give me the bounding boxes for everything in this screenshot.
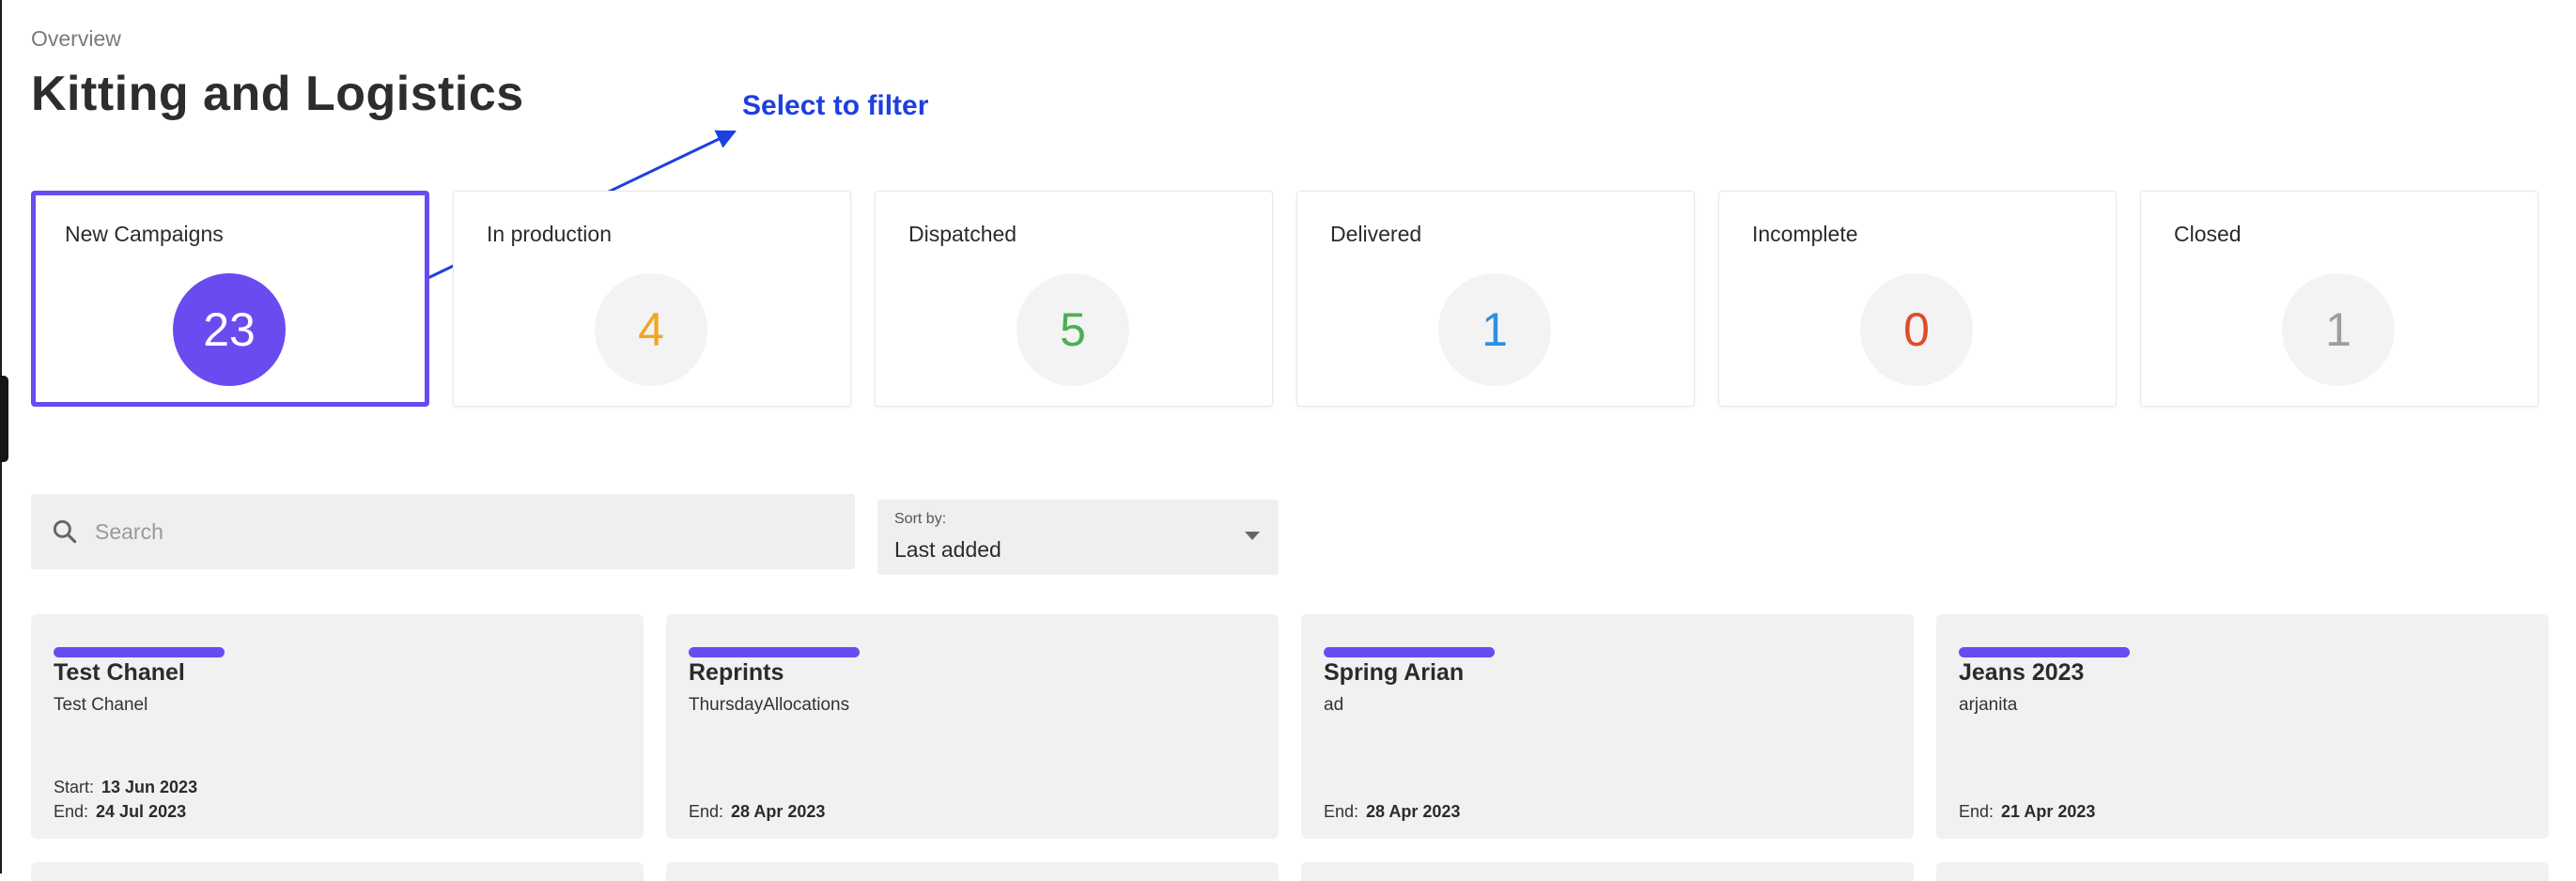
stat-label: Delivered <box>1330 222 1422 246</box>
stat-count: 0 <box>1860 273 1973 386</box>
stat-card-delivered[interactable]: Delivered 1 <box>1296 191 1695 407</box>
campaign-subtitle: Test Chanel <box>54 695 148 715</box>
stat-card-dispatched[interactable]: Dispatched 5 <box>875 191 1273 407</box>
stat-label: Incomplete <box>1752 222 1858 246</box>
campaign-subtitle: ThursdayAllocations <box>689 695 850 715</box>
end-date-value: 28 Apr 2023 <box>1366 802 1461 821</box>
stat-label: New Campaigns <box>65 222 224 246</box>
stat-count: 5 <box>1016 273 1129 386</box>
campaign-card-next-row[interactable] <box>31 862 644 881</box>
campaign-color-bar <box>54 647 225 657</box>
campaign-title: Jeans 2023 <box>1959 659 2085 686</box>
stat-count: 23 <box>173 273 286 386</box>
campaign-start-date: Start: 13 Jun 2023 <box>54 778 197 797</box>
campaign-color-bar <box>1959 647 2130 657</box>
search-input[interactable] <box>93 518 855 546</box>
campaign-end-date: End: 28 Apr 2023 <box>1324 802 1460 822</box>
end-date-value: 24 Jul 2023 <box>96 802 187 821</box>
end-date-value: 28 Apr 2023 <box>731 802 826 821</box>
campaign-card[interactable]: Spring Arian ad End: 28 Apr 2023 <box>1301 614 1914 839</box>
sort-value: Last added <box>894 537 1001 562</box>
campaign-end-date: End: 24 Jul 2023 <box>54 802 186 822</box>
stat-card-incomplete[interactable]: Incomplete 0 <box>1718 191 2117 407</box>
stat-label: Dispatched <box>908 222 1017 246</box>
stat-count: 1 <box>1438 273 1551 386</box>
campaign-subtitle: ad <box>1324 695 1344 715</box>
end-date-label: End: <box>1959 802 1994 821</box>
stat-count: 1 <box>2282 273 2395 386</box>
campaign-card-next-row[interactable] <box>1936 862 2549 881</box>
campaign-title: Spring Arian <box>1324 659 1465 686</box>
annotation-label: Select to filter <box>742 90 929 121</box>
end-date-label: End: <box>689 802 724 821</box>
campaign-card[interactable]: Test Chanel Test Chanel Start: 13 Jun 202… <box>31 614 644 839</box>
campaign-subtitle: arjanita <box>1959 695 2018 715</box>
stat-label: Closed <box>2174 222 2242 246</box>
page-title: Kitting and Logistics <box>31 67 524 121</box>
search-icon <box>53 519 77 544</box>
campaign-card[interactable]: Reprints ThursdayAllocations End: 28 Apr … <box>666 614 1279 839</box>
stat-card-closed[interactable]: Closed 1 <box>2140 191 2538 407</box>
stat-card-new-campaigns[interactable]: New Campaigns 23 <box>31 191 429 407</box>
campaign-color-bar <box>689 647 860 657</box>
stat-label: In production <box>487 222 612 246</box>
start-date-value: 13 Jun 2023 <box>101 778 198 796</box>
start-date-label: Start: <box>54 778 95 796</box>
campaign-card-next-row[interactable] <box>666 862 1279 881</box>
sort-label: Sort by: <box>894 511 947 527</box>
sidebar-toggle-handle[interactable] <box>0 376 8 462</box>
stat-count: 4 <box>595 273 707 386</box>
stat-card-in-production[interactable]: In production 4 <box>453 191 851 407</box>
campaign-card-next-row[interactable] <box>1301 862 1914 881</box>
caret-down-icon <box>1245 532 1260 540</box>
campaign-title: Test Chanel <box>54 659 185 686</box>
campaign-card[interactable]: Jeans 2023 arjanita End: 21 Apr 2023 <box>1936 614 2549 839</box>
end-date-label: End: <box>1324 802 1359 821</box>
end-date-label: End: <box>54 802 89 821</box>
campaign-end-date: End: 28 Apr 2023 <box>689 802 825 822</box>
breadcrumb[interactable]: Overview <box>31 26 121 52</box>
campaign-title: Reprints <box>689 659 784 686</box>
search-box[interactable] <box>31 494 855 569</box>
campaign-end-date: End: 21 Apr 2023 <box>1959 802 2095 822</box>
sort-select[interactable]: Sort by: Last added <box>877 500 1279 575</box>
campaign-color-bar <box>1324 647 1495 657</box>
end-date-value: 21 Apr 2023 <box>2001 802 2096 821</box>
